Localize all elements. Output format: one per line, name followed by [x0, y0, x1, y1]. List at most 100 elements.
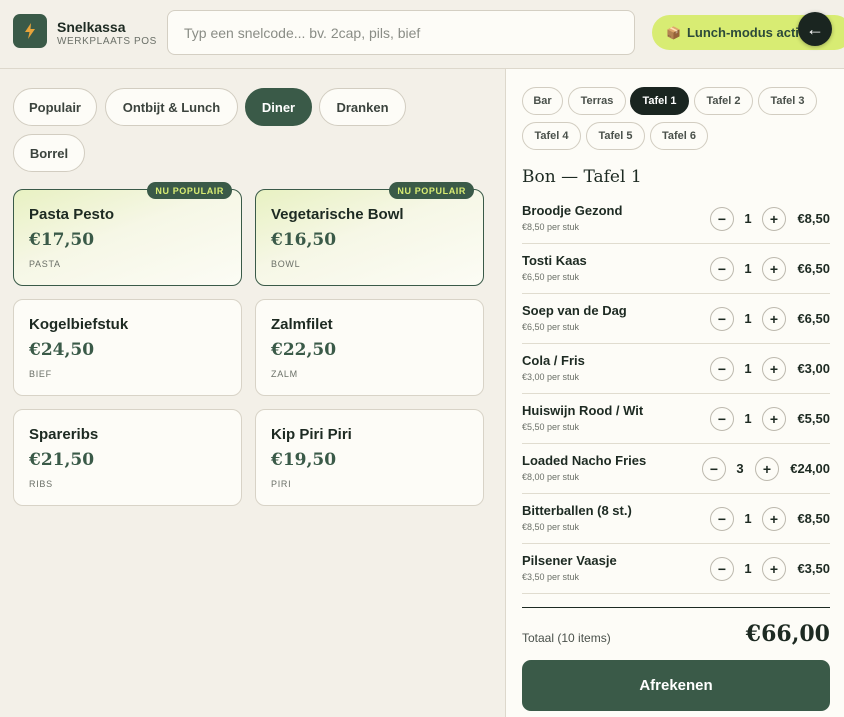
decrease-qty-button[interactable]: −	[710, 257, 734, 281]
order-line: Broodje Gezond €8,50 per stuk − 1 + €8,5…	[522, 194, 830, 244]
category-borrel[interactable]: Borrel	[13, 134, 85, 172]
decrease-qty-button[interactable]: −	[710, 507, 734, 531]
line-total: €8,50	[797, 211, 830, 226]
line-total: €6,50	[797, 311, 830, 326]
line-item-name: Pilsener Vaasje	[522, 553, 617, 568]
product-name: Kip Piri Piri	[271, 426, 352, 443]
line-quantity: 1	[744, 561, 752, 576]
line-item-name: Huiswijn Rood / Wit	[522, 403, 644, 418]
line-quantity: 1	[744, 511, 752, 526]
line-total: €6,50	[797, 261, 830, 276]
product-code: ZALM	[271, 369, 298, 379]
order-line: Cola / Fris €3,00 per stuk − 1 + €3,00	[522, 344, 830, 394]
line-total: €8,50	[797, 511, 830, 526]
product-card[interactable]: NU POPULAIR Pasta Pesto €17,50 PASTA	[13, 182, 242, 286]
order-pane: Bar Terras Tafel 1 Tafel 2 Tafel 3 Tafel…	[505, 69, 844, 717]
product-price: €19,50	[271, 450, 337, 470]
table-tab-tafel-5[interactable]: Tafel 5	[586, 122, 645, 150]
line-total: €5,50	[797, 411, 830, 426]
line-unit-price: €8,50 per stuk	[522, 222, 580, 232]
line-item-name: Bitterballen (8 st.)	[522, 503, 632, 518]
decrease-qty-button[interactable]: −	[710, 207, 734, 231]
product-card[interactable]: Zalmfilet €22,50 ZALM	[255, 299, 484, 396]
category-populair[interactable]: Populair	[13, 88, 97, 126]
product-code: BIEF	[29, 369, 52, 379]
line-quantity: 1	[744, 261, 752, 276]
product-code: RIBS	[29, 479, 53, 489]
line-unit-price: €5,50 per stuk	[522, 422, 580, 432]
total-label: Totaal (10 items)	[522, 631, 611, 645]
increase-qty-button[interactable]: +	[755, 457, 779, 481]
line-quantity: 1	[744, 411, 752, 426]
package-icon: 📦	[666, 25, 681, 40]
product-code: PASTA	[29, 259, 61, 269]
product-card[interactable]: Kip Piri Piri €19,50 PIRI	[255, 409, 484, 506]
table-tab-tafel-4[interactable]: Tafel 4	[522, 122, 581, 150]
menu-pane: Populair Ontbijt & Lunch Diner Dranken B…	[0, 69, 505, 717]
checkout-button[interactable]: Afrekenen	[522, 660, 830, 711]
table-tab-tafel-3[interactable]: Tafel 3	[758, 87, 817, 115]
line-unit-price: €8,00 per stuk	[522, 472, 580, 482]
product-name: Kogelbiefstuk	[29, 316, 129, 333]
top-bar: Snelkassa WERKPLAATS POS 📦 Lunch-modus a…	[0, 0, 844, 69]
back-arrow-button[interactable]: ←	[798, 12, 832, 46]
line-quantity: 1	[744, 211, 752, 226]
line-unit-price: €6,50 per stuk	[522, 272, 580, 282]
product-card[interactable]: NU POPULAIR Vegetarische Bowl €16,50 BOW…	[255, 182, 484, 286]
line-unit-price: €6,50 per stuk	[522, 322, 580, 332]
line-quantity: 1	[744, 361, 752, 376]
brand-title: Snelkassa	[57, 19, 126, 35]
arrow-left-icon: ←	[806, 18, 824, 39]
order-line: Pilsener Vaasje €3,50 per stuk − 1 + €3,…	[522, 544, 830, 594]
increase-qty-button[interactable]: +	[762, 307, 786, 331]
increase-qty-button[interactable]: +	[762, 257, 786, 281]
lightning-icon	[13, 14, 47, 48]
category-diner[interactable]: Diner	[245, 88, 312, 126]
decrease-qty-button[interactable]: −	[702, 457, 726, 481]
line-unit-price: €8,50 per stuk	[522, 522, 580, 532]
decrease-qty-button[interactable]: −	[710, 357, 734, 381]
table-tab-bar[interactable]: Bar	[522, 87, 563, 115]
product-name: Vegetarische Bowl	[271, 206, 404, 223]
table-tab-tafel-1[interactable]: Tafel 1	[630, 87, 689, 115]
product-card[interactable]: Spareribs €21,50 RIBS	[13, 409, 242, 506]
line-item-name: Loaded Nacho Fries	[522, 453, 647, 468]
order-line: Bitterballen (8 st.) €8,50 per stuk − 1 …	[522, 494, 830, 544]
total-divider	[522, 607, 830, 608]
line-total: €3,00	[797, 361, 830, 376]
category-ontbijt-lunch[interactable]: Ontbijt & Lunch	[105, 88, 238, 126]
increase-qty-button[interactable]: +	[762, 557, 786, 581]
decrease-qty-button[interactable]: −	[710, 307, 734, 331]
product-card[interactable]: Kogelbiefstuk €24,50 BIEF	[13, 299, 242, 396]
product-price: €22,50	[271, 340, 337, 360]
order-line: Huiswijn Rood / Wit €5,50 per stuk − 1 +…	[522, 394, 830, 444]
lunch-mode-label: Lunch-modus actief	[686, 25, 811, 40]
line-item-name: Broodje Gezond	[522, 203, 623, 218]
order-line: Loaded Nacho Fries €8,00 per stuk − 3 + …	[522, 444, 830, 494]
increase-qty-button[interactable]: +	[762, 207, 786, 231]
line-item-name: Soep van de Dag	[522, 303, 627, 318]
popular-badge: NU POPULAIR	[389, 182, 474, 199]
brand-subtitle: WERKPLAATS POS	[57, 36, 157, 47]
table-tab-terras[interactable]: Terras	[568, 87, 626, 115]
increase-qty-button[interactable]: +	[762, 357, 786, 381]
product-name: Pasta Pesto	[29, 206, 115, 223]
product-price: €21,50	[29, 450, 95, 470]
order-line: Tosti Kaas €6,50 per stuk − 1 + €6,50	[522, 244, 830, 294]
snelcode-search-input[interactable]	[167, 10, 635, 55]
increase-qty-button[interactable]: +	[762, 407, 786, 431]
table-tab-tafel-2[interactable]: Tafel 2	[694, 87, 753, 115]
category-dranken[interactable]: Dranken	[319, 88, 406, 126]
line-total: €3,50	[797, 561, 830, 576]
decrease-qty-button[interactable]: −	[710, 407, 734, 431]
line-total: €24,00	[790, 461, 830, 476]
table-tab-tafel-6[interactable]: Tafel 6	[650, 122, 708, 150]
decrease-qty-button[interactable]: −	[710, 557, 734, 581]
product-price: €24,50	[29, 340, 95, 360]
popular-badge: NU POPULAIR	[147, 182, 232, 199]
product-code: PIRI	[271, 479, 292, 489]
product-name: Zalmfilet	[271, 316, 333, 333]
line-unit-price: €3,00 per stuk	[522, 372, 580, 382]
increase-qty-button[interactable]: +	[762, 507, 786, 531]
line-item-name: Tosti Kaas	[522, 253, 587, 268]
